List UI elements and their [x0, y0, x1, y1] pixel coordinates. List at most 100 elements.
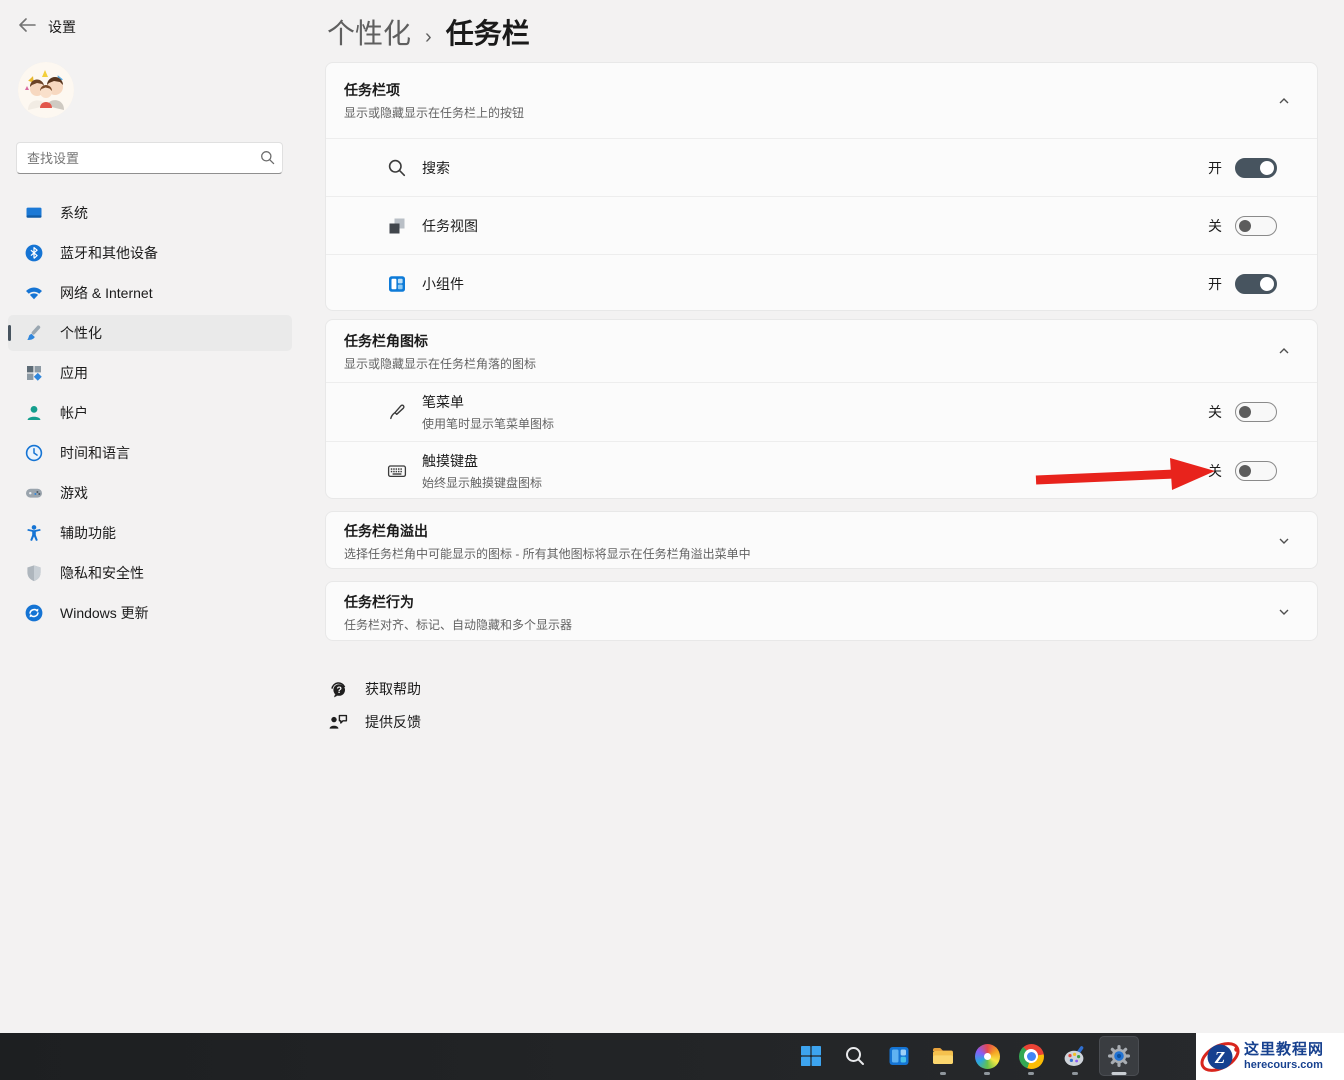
search-icon [388, 159, 406, 176]
sidebar-item-network[interactable]: 网络 & Internet [8, 275, 292, 311]
send-feedback-link[interactable]: 提供反馈 [327, 705, 421, 738]
sidebar-item-gaming[interactable]: 游戏 [8, 475, 292, 511]
settings-button[interactable] [1099, 1036, 1139, 1076]
personalization-icon [27, 325, 41, 340]
breadcrumb-parent[interactable]: 个性化 [327, 12, 411, 52]
avatar[interactable] [18, 62, 74, 118]
main-content: 个性化 › 任务栏 任务栏项 显示或隐藏显示在任务栏上的按钮 搜索 开 任务视图… [325, 0, 1320, 1030]
toggle-state-label: 关 [1208, 404, 1222, 420]
chevron-up-icon[interactable] [1277, 94, 1291, 108]
start-button[interactable] [791, 1036, 831, 1076]
search-icon[interactable] [260, 150, 275, 165]
row-label: 小组件 [422, 275, 464, 292]
get-help-link[interactable]: ? 获取帮助 [327, 672, 421, 705]
touch-keyboard-icon [387, 465, 407, 478]
red-arrow-annotation [1035, 458, 1215, 490]
card-corner-icons-header[interactable]: 任务栏角图标 显示或隐藏显示在任务栏角落的图标 [326, 320, 1317, 382]
sidebar-item-label: 帐户 [60, 405, 88, 421]
sidebar-item-label: 时间和语言 [60, 445, 130, 461]
chrome-button[interactable] [1011, 1036, 1051, 1076]
search-input[interactable] [16, 142, 283, 174]
running-indicator [984, 1072, 990, 1075]
touch-keyboard-toggle[interactable] [1235, 461, 1277, 481]
sidebar-item-privacy-security[interactable]: 隐私和安全性 [8, 555, 292, 591]
toggle-knob [1260, 276, 1274, 291]
pen-icon [390, 404, 405, 420]
row-widgets: 小组件 开 [326, 254, 1317, 310]
watermark-site-domain: herecours.com [1244, 1059, 1323, 1072]
widgets-toggle[interactable] [1235, 273, 1277, 294]
row-label: 触摸键盘 [422, 453, 478, 469]
toggle-state-label: 关 [1208, 217, 1222, 234]
toggle-state-label: 开 [1208, 275, 1222, 292]
windows-update-icon [25, 604, 43, 622]
paint-palette-icon [1064, 1046, 1084, 1066]
row-label: 搜索 [422, 159, 450, 176]
toggle-knob [1260, 160, 1274, 175]
pen-menu-toggle[interactable] [1235, 402, 1277, 422]
file-explorer-button[interactable] [923, 1036, 963, 1076]
sidebar-item-accounts[interactable]: 帐户 [8, 395, 292, 431]
paint-button[interactable] [1055, 1036, 1095, 1076]
chevron-up-icon[interactable] [1277, 344, 1291, 358]
row-label: 笔菜单 [422, 394, 464, 410]
card-corner-overflow[interactable]: 任务栏角溢出 选择任务栏角中可能显示的图标 - 所有其他图标将显示在任务栏角溢出… [325, 511, 1318, 569]
shield-icon [27, 565, 41, 582]
sidebar-item-label: 应用 [60, 365, 88, 381]
card-taskbar-items: 任务栏项 显示或隐藏显示在任务栏上的按钮 搜索 开 任务视图 关 小组件 开 [325, 62, 1318, 311]
help-links: ? 获取帮助 提供反馈 [327, 672, 421, 738]
chevron-down-icon[interactable] [1277, 605, 1291, 619]
card-title: 任务栏项 [344, 82, 400, 98]
color-wheel-icon [974, 1043, 1000, 1069]
folder-icon [933, 1048, 953, 1064]
card-taskbar-behaviors[interactable]: 任务栏行为 任务栏对齐、标记、自动隐藏和多个显示器 [325, 581, 1318, 641]
card-subtitle: 显示或隐藏显示在任务栏角落的图标 [344, 356, 537, 371]
toggle-knob [1239, 465, 1251, 477]
row-search: 搜索 开 [326, 138, 1317, 196]
page-title: 任务栏 [445, 18, 530, 49]
toggle-state-label: 开 [1208, 159, 1222, 176]
sidebar-item-label: 系统 [60, 205, 88, 221]
taskbar-icons [791, 1036, 1139, 1076]
sidebar-item-time-language[interactable]: 时间和语言 [8, 435, 292, 471]
gear-icon [1108, 1045, 1130, 1067]
sidebar-item-accessibility[interactable]: 辅助功能 [8, 515, 292, 551]
avatar-image [18, 62, 74, 118]
card-taskbar-items-header[interactable]: 任务栏项 显示或隐藏显示在任务栏上的按钮 [326, 63, 1317, 138]
sidebar-item-apps[interactable]: 应用 [8, 355, 292, 391]
taskbar-widgets-button[interactable] [879, 1036, 919, 1076]
sidebar-nav: 系统 蓝牙和其他设备 网络 & Internet 个性化 应用 帐户 时间和语言 [8, 195, 292, 635]
sidebar-item-windows-update[interactable]: Windows 更新 [8, 595, 292, 631]
gaming-icon [26, 488, 42, 498]
chevron-down-icon[interactable] [1277, 534, 1291, 548]
sidebar-item-system[interactable]: 系统 [8, 195, 292, 231]
network-icon [26, 287, 42, 300]
windows-start-icon [801, 1046, 821, 1066]
accounts-icon [27, 406, 41, 420]
site-watermark: Z 这里教程网 herecours.com [1196, 1033, 1344, 1080]
sidebar-item-bluetooth-devices[interactable]: 蓝牙和其他设备 [8, 235, 292, 271]
search-toggle[interactable] [1235, 157, 1277, 178]
row-task-view: 任务视图 关 [326, 196, 1317, 254]
taskbar-widgets-icon [889, 1047, 909, 1065]
card-subtitle: 任务栏对齐、标记、自动隐藏和多个显示器 [344, 617, 573, 632]
system-icon [26, 207, 42, 218]
task-view-toggle[interactable] [1235, 215, 1277, 236]
apps-icon [27, 366, 42, 381]
color-wheel-app-button[interactable] [967, 1036, 1007, 1076]
window-title: 设置 [48, 19, 76, 35]
sidebar-item-personalization[interactable]: 个性化 [8, 315, 292, 351]
widgets-icon [389, 275, 405, 292]
accessibility-icon [27, 525, 41, 541]
card-subtitle: 选择任务栏角中可能显示的图标 - 所有其他图标将显示在任务栏角溢出菜单中 [344, 546, 751, 561]
sidebar-item-label: Windows 更新 [60, 605, 149, 621]
sidebar-item-label: 游戏 [60, 485, 88, 501]
breadcrumb-separator: › [425, 26, 432, 48]
get-help-label: 获取帮助 [365, 680, 421, 697]
taskbar-search-button[interactable] [835, 1036, 875, 1076]
toggle-knob [1239, 219, 1251, 232]
taskbar [0, 1033, 1344, 1080]
send-feedback-label: 提供反馈 [365, 713, 421, 730]
sidebar-item-label: 辅助功能 [60, 525, 116, 541]
back-button[interactable] [14, 14, 40, 36]
